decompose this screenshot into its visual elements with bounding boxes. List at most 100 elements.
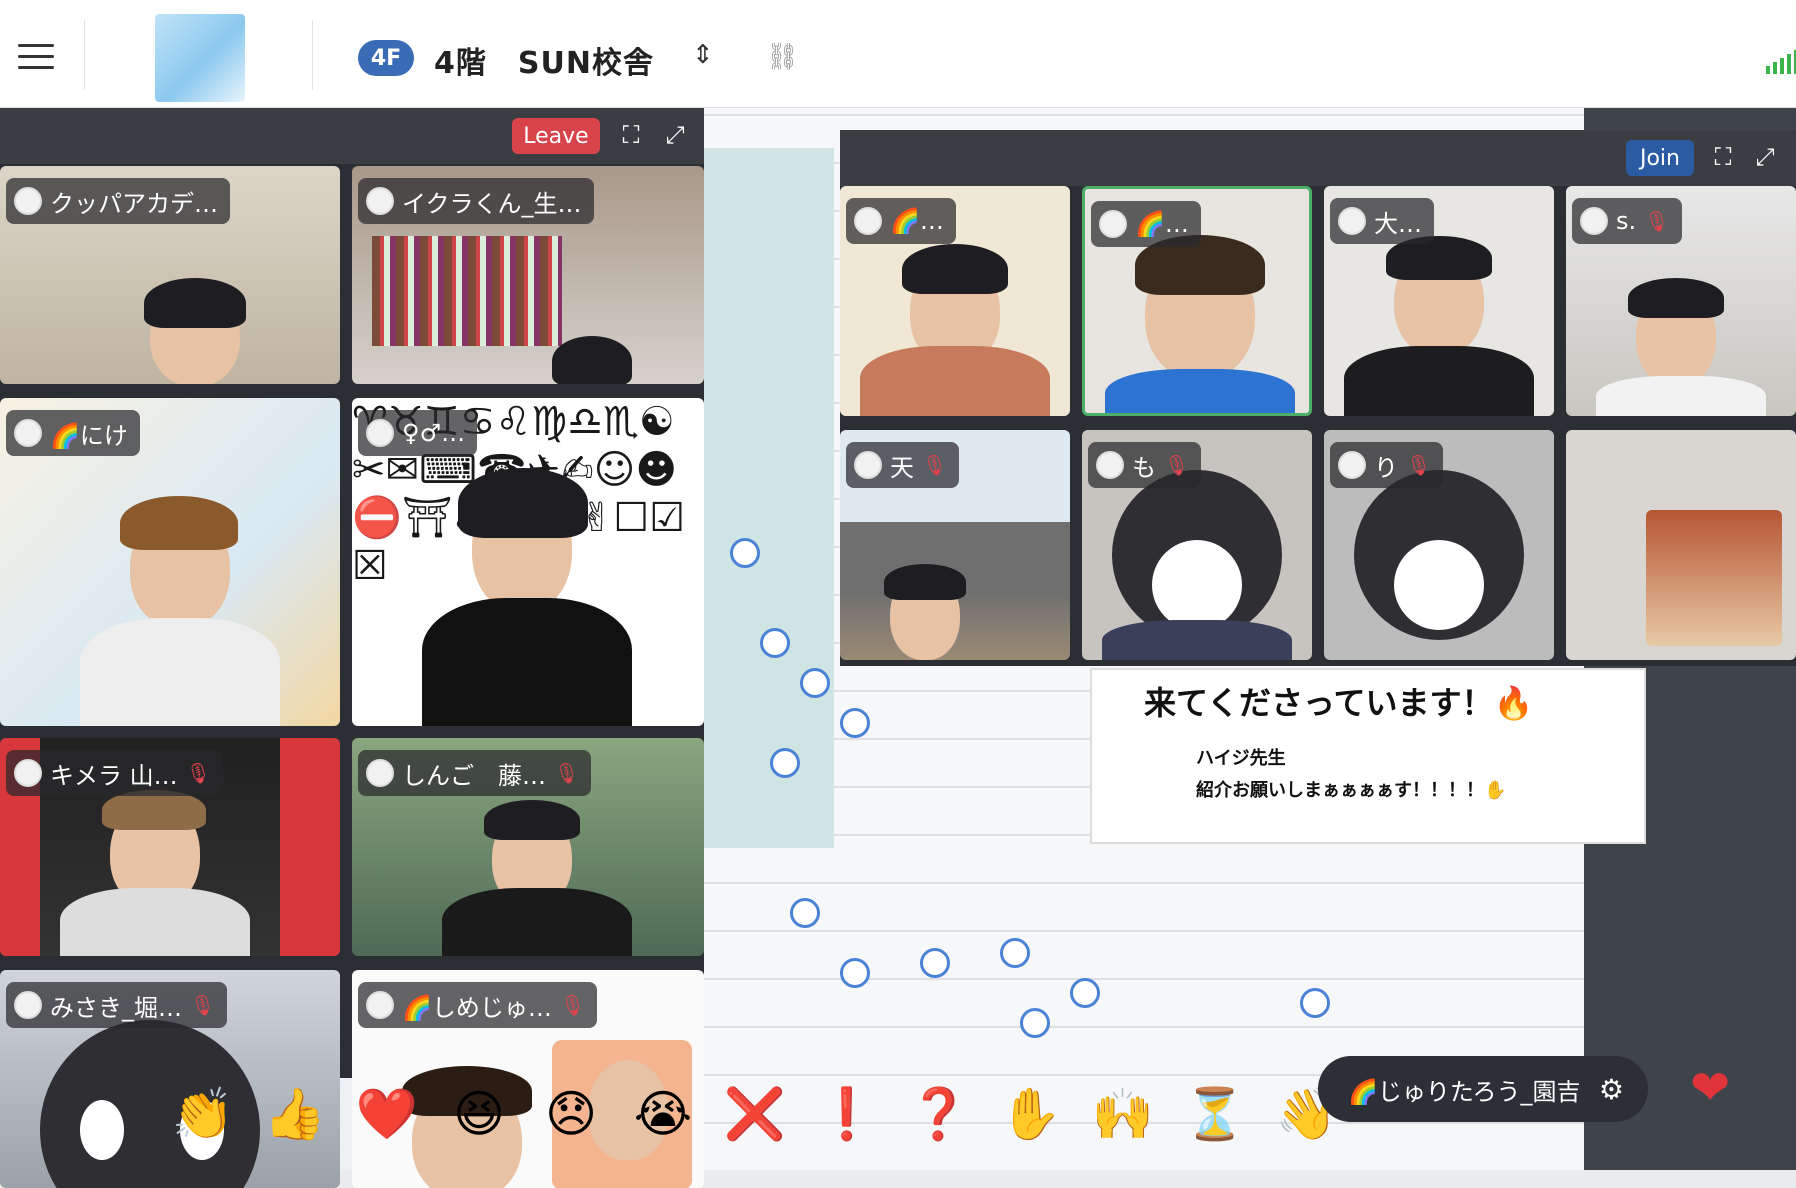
mic-muted-icon: 🎙: [190, 993, 216, 1017]
participant-tag: り 🎙: [1330, 442, 1444, 488]
mic-muted-icon: 🎙: [554, 761, 580, 785]
video-tile[interactable]: 🌈…: [840, 186, 1070, 416]
laugh-icon[interactable]: 😆: [438, 1078, 520, 1150]
participant-name: 大…: [1374, 209, 1422, 238]
map-avatar[interactable]: [1000, 938, 1030, 968]
sad-icon[interactable]: 😞: [530, 1078, 612, 1150]
map-avatar[interactable]: [1070, 978, 1100, 1008]
participant-name: 🌈しめじゅ…: [402, 993, 552, 1022]
participant-tag: クッパアカデ…: [6, 178, 230, 224]
video-tile[interactable]: しんご 藤… 🎙: [352, 738, 704, 956]
thumbs-up-icon[interactable]: 👍: [254, 1078, 336, 1150]
top-bar: 4F 4階 SUN校舎 ⇕ ⛓: [0, 0, 1796, 108]
participant-tag: 大…: [1330, 198, 1434, 244]
participant-tag: 🌈…: [846, 198, 956, 244]
video-tile[interactable]: イクラくん_生…: [352, 166, 704, 384]
map-avatar[interactable]: [800, 668, 830, 698]
map-avatar[interactable]: [1020, 1008, 1050, 1038]
map-avatar[interactable]: [840, 708, 870, 738]
hourglass-icon[interactable]: ⏳: [1174, 1078, 1256, 1150]
floor-name[interactable]: 4階 SUN校舎: [434, 38, 654, 82]
participant-name: 🌈にけ: [50, 421, 128, 450]
focus-icon[interactable]: ⛶: [1708, 142, 1738, 172]
divider: [84, 20, 85, 90]
floor-switch-icon[interactable]: ⇕: [692, 40, 714, 70]
raise-hand-icon[interactable]: ✋: [990, 1078, 1072, 1150]
participant-tag: みさき_堀… 🎙: [6, 982, 228, 1028]
mic-muted-icon: 🎙: [922, 453, 948, 477]
video-tile[interactable]: ♈♉♊♋♌♍♎♏☯✂✉⌨☎✈✍☺☻⛔⛩♨✏✎☝✌☐☑☒ ♀♂…: [352, 398, 704, 726]
avatar: [1338, 451, 1366, 479]
avatar: [366, 759, 394, 787]
participant-name: イクラくん_生…: [402, 189, 582, 218]
avatar: [366, 419, 394, 447]
map-avatar[interactable]: [770, 748, 800, 778]
map-avatar[interactable]: [730, 538, 760, 568]
expand-icon[interactable]: ⤢: [660, 120, 690, 150]
heart-icon[interactable]: ❤️: [346, 1078, 428, 1150]
participant-name: も: [1132, 453, 1156, 482]
avatar: [14, 991, 42, 1019]
slide-title: 来てくださっています！🔥: [1144, 684, 1534, 722]
map-avatar[interactable]: [920, 948, 950, 978]
avatar: [1580, 207, 1608, 235]
video-tile[interactable]: 大…: [1324, 186, 1554, 416]
meeting-panel-left: Leave ⛶ ⤢ クッパアカデ… イクラくん_生… 🌈にけ ♈♉♊♋♌♍♎♏☯…: [0, 108, 704, 1188]
video-tile[interactable]: 🌈にけ: [0, 398, 340, 726]
link-icon[interactable]: ⛓: [766, 42, 799, 72]
map-avatar[interactable]: [790, 898, 820, 928]
mic-muted-icon: 🎙: [1644, 209, 1670, 233]
map-avatar[interactable]: [760, 628, 790, 658]
participant-tag: イクラくん_生…: [358, 178, 594, 224]
join-button[interactable]: Join: [1626, 140, 1694, 176]
shared-slide[interactable]: 来てくださっています！🔥 ハイジ先生 紹介お願いしまぁぁぁぁす！！！！✋: [1090, 668, 1646, 844]
map-avatar[interactable]: [840, 958, 870, 988]
video-tile[interactable]: クッパアカデ…: [0, 166, 340, 384]
floor-badge: 4F: [358, 40, 414, 76]
mic-muted-icon: 🎙: [559, 993, 586, 1017]
video-tile[interactable]: 🌈…: [1082, 186, 1312, 416]
mic-muted-icon: 🎙: [1406, 453, 1432, 477]
video-tile[interactable]: [1566, 430, 1796, 660]
settings-icon[interactable]: ⚙: [1599, 1073, 1624, 1106]
participant-name: クッパアカデ…: [50, 189, 218, 218]
avatar: [854, 451, 882, 479]
space-logo[interactable]: [155, 14, 245, 102]
current-user-pill[interactable]: 🌈じゅりたろう_園吉 ⚙: [1318, 1056, 1648, 1122]
cross-icon[interactable]: ❌: [714, 1078, 796, 1150]
reaction-bar: 👏 👍 ❤️ 😆 😞 😭 ❌ ❗ ❓ ✋ 🙌 ⏳ 👋: [128, 1074, 1348, 1154]
participant-tag: 🌈にけ: [6, 410, 140, 456]
slide-line: 紹介お願いしまぁぁぁぁす！！！！✋: [1196, 780, 1507, 801]
divider: [312, 20, 313, 90]
focus-icon[interactable]: ⛶: [616, 120, 646, 150]
leave-button[interactable]: Leave: [512, 118, 600, 154]
cry-icon[interactable]: 😭: [622, 1078, 704, 1150]
question-icon[interactable]: ❓: [898, 1078, 980, 1150]
video-tile[interactable]: り 🎙: [1324, 430, 1554, 660]
avatar: [1096, 451, 1124, 479]
participant-name: しんご 藤…: [402, 761, 546, 790]
participant-name: ♀♂…: [402, 419, 466, 447]
participant-name: り: [1374, 453, 1398, 482]
participant-name: みさき_堀…: [50, 993, 182, 1022]
participant-name: 天: [890, 453, 914, 482]
heart-icon[interactable]: ❤: [1690, 1060, 1730, 1116]
avatar: [1338, 207, 1366, 235]
mic-muted-icon: 🎙: [185, 761, 212, 785]
video-tile[interactable]: 天 🎙: [840, 430, 1070, 660]
participant-name: キメラ 山…: [50, 761, 178, 790]
video-tile[interactable]: キメラ 山… 🎙: [0, 738, 340, 956]
video-tile[interactable]: も 🎙: [1082, 430, 1312, 660]
expand-icon[interactable]: ⤢: [1750, 142, 1780, 172]
participant-tag: 🌈しめじゅ… 🎙: [358, 982, 598, 1028]
video-tile[interactable]: s. 🎙: [1566, 186, 1796, 416]
map-avatar[interactable]: [1300, 988, 1330, 1018]
menu-icon[interactable]: [18, 44, 54, 70]
clap-icon[interactable]: 👏: [162, 1078, 244, 1150]
participant-tag: ♀♂…: [358, 410, 478, 456]
both-hands-icon[interactable]: 🙌: [1082, 1078, 1164, 1150]
exclamation-icon[interactable]: ❗: [806, 1078, 888, 1150]
avatar: [14, 759, 42, 787]
participant-name: s.: [1616, 207, 1637, 235]
meeting-panel-right: Join ⛶ ⤢ 🌈… 🌈… 大… s. 🎙 天 🎙 も 🎙 り 🎙: [840, 130, 1796, 666]
